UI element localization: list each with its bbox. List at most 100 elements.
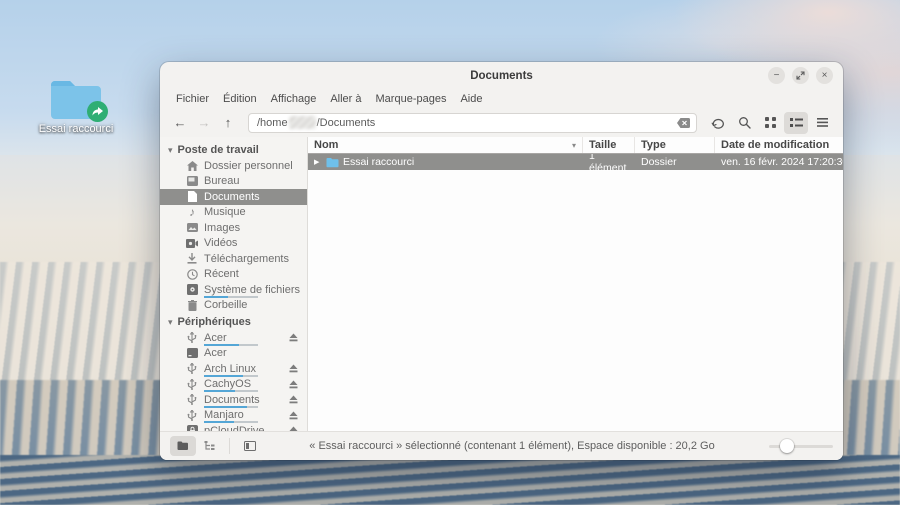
file-row-essai-raccourci[interactable]: ▶ Essai raccourci 1 élément Dossier ven.… — [308, 154, 843, 170]
status-text: « Essai raccourci » sélectionné (contena… — [263, 440, 761, 452]
sidebar-item-acer-usb[interactable]: Acer — [160, 330, 307, 346]
places-sidebar-button[interactable] — [170, 436, 196, 456]
sidebar-section-peripheriques[interactable]: ▾ Périphériques — [160, 313, 307, 330]
zoom-slider-knob[interactable] — [780, 439, 794, 453]
titlebar[interactable]: Documents − × — [160, 62, 843, 89]
minimize-button[interactable]: − — [768, 67, 785, 84]
zoom-slider[interactable] — [769, 439, 833, 453]
sidebar-item-arch-linux[interactable]: Arch Linux — [160, 361, 307, 377]
back-icon: ← — [174, 115, 187, 130]
compact-view-button[interactable] — [810, 112, 834, 134]
row-expander-icon[interactable]: ▶ — [314, 158, 322, 166]
video-icon — [186, 239, 198, 248]
menu-aide[interactable]: Aide — [453, 91, 489, 107]
usb-drive-icon — [186, 363, 198, 374]
minimize-icon: − — [774, 71, 780, 81]
icon-view-icon — [765, 117, 776, 128]
sidebar-item-acer-disk[interactable]: Acer — [160, 346, 307, 362]
places-icon — [177, 441, 189, 451]
sidebar-item-images[interactable]: Images — [160, 220, 307, 236]
music-icon: ♪ — [186, 206, 198, 218]
toolbar: ← → ↑ /home /Documents — [160, 108, 843, 137]
list-view-button[interactable] — [784, 112, 808, 134]
sidebar-item-manjaro[interactable]: Manjaro — [160, 408, 307, 424]
sidebar-item-dossier-personnel[interactable]: Dossier personnel — [160, 158, 307, 174]
close-button[interactable]: × — [816, 67, 833, 84]
maximize-icon — [796, 71, 805, 80]
zoom-slider-track[interactable] — [769, 445, 833, 448]
sidebar-item-corbeille[interactable]: Corbeille — [160, 298, 307, 314]
toggle-sidebar-button[interactable] — [237, 436, 263, 456]
tree-view-button[interactable] — [196, 436, 222, 456]
sidebar-item-telechargements[interactable]: Téléchargements — [160, 251, 307, 267]
redacted-username — [289, 116, 316, 129]
trash-icon — [186, 300, 198, 311]
search-button[interactable] — [732, 112, 756, 134]
menu-edition[interactable]: Édition — [216, 91, 264, 107]
forward-button[interactable]: → — [193, 112, 215, 134]
menu-aller-a[interactable]: Aller à — [323, 91, 368, 107]
sidebar-item-pclouddrive[interactable]: pCloudDrive — [160, 423, 307, 431]
maximize-button[interactable] — [792, 67, 809, 84]
eject-icon[interactable] — [289, 364, 298, 373]
window-title: Documents — [160, 70, 843, 82]
desktop: Essai raccourci Documents − × Fichier Éd… — [0, 0, 900, 505]
download-icon — [186, 253, 198, 264]
column-header-type[interactable]: Type — [635, 137, 715, 153]
folder-icon — [326, 157, 339, 168]
sidebar-item-recent[interactable]: Récent — [160, 267, 307, 283]
icon-view-button[interactable] — [758, 112, 782, 134]
path-input[interactable]: /home /Documents — [248, 113, 697, 133]
reload-button[interactable] — [706, 112, 730, 134]
sidebar-item-cachyos[interactable]: CachyOS — [160, 377, 307, 393]
wallpaper-dunes-deep — [0, 455, 900, 505]
clear-path-icon[interactable] — [676, 117, 691, 129]
sidebar-item-videos[interactable]: Vidéos — [160, 236, 307, 252]
usb-drive-icon — [186, 410, 198, 421]
back-button[interactable]: ← — [169, 112, 191, 134]
column-header-taille[interactable]: Taille — [583, 137, 635, 153]
sidebar-item-documents[interactable]: Documents — [160, 189, 307, 205]
file-type: Dossier — [635, 154, 715, 170]
column-header-nom[interactable]: Nom ▾ — [308, 137, 583, 153]
file-manager-window: Documents − × Fichier Édition Affichage … — [160, 62, 843, 460]
eject-icon[interactable] — [289, 395, 298, 404]
desktop-shortcut-essai-raccourci[interactable]: Essai raccourci — [38, 76, 114, 135]
up-icon: ↑ — [225, 115, 232, 130]
up-button[interactable]: ↑ — [217, 112, 239, 134]
section-expander-icon[interactable]: ▾ — [168, 317, 173, 328]
section-expander-icon[interactable]: ▾ — [168, 145, 173, 156]
sort-descending-icon: ▾ — [572, 141, 576, 150]
search-icon — [738, 116, 751, 129]
sidebar-item-systeme-de-fichiers[interactable]: Système de fichiers — [160, 282, 307, 298]
file-size: 1 élément — [583, 154, 635, 170]
window-controls: − × — [768, 67, 843, 84]
eject-icon[interactable] — [289, 411, 298, 420]
sidebar: ▾ Poste de travail Dossier personnel Bur… — [160, 137, 308, 431]
clock-icon — [186, 269, 198, 280]
image-icon — [186, 223, 198, 232]
eject-icon[interactable] — [289, 380, 298, 389]
sidebar-item-bureau[interactable]: Bureau — [160, 174, 307, 190]
menubar: Fichier Édition Affichage Aller à Marque… — [160, 89, 843, 108]
document-icon — [186, 191, 198, 202]
list-view-icon — [790, 117, 803, 128]
close-icon: × — [822, 71, 828, 81]
statusbar-separator — [229, 438, 230, 454]
reload-icon — [711, 116, 725, 129]
shortcut-arrow-badge-icon — [87, 101, 108, 122]
column-header-date[interactable]: Date de modification — [715, 137, 843, 153]
eject-icon[interactable] — [289, 426, 298, 431]
usb-drive-icon — [186, 394, 198, 405]
forward-icon: → — [198, 115, 211, 130]
path-prefix: /home — [257, 117, 288, 129]
sidebar-item-musique[interactable]: ♪ Musique — [160, 205, 307, 221]
desktop-shortcut-label: Essai raccourci — [38, 123, 114, 135]
sidebar-section-poste-de-travail[interactable]: ▾ Poste de travail — [160, 141, 307, 158]
usb-drive-icon — [186, 332, 198, 343]
eject-icon[interactable] — [289, 333, 298, 342]
menu-affichage[interactable]: Affichage — [264, 91, 324, 107]
sidebar-item-documents-device[interactable]: Documents — [160, 392, 307, 408]
menu-fichier[interactable]: Fichier — [169, 91, 216, 107]
menu-marque-pages[interactable]: Marque-pages — [369, 91, 454, 107]
